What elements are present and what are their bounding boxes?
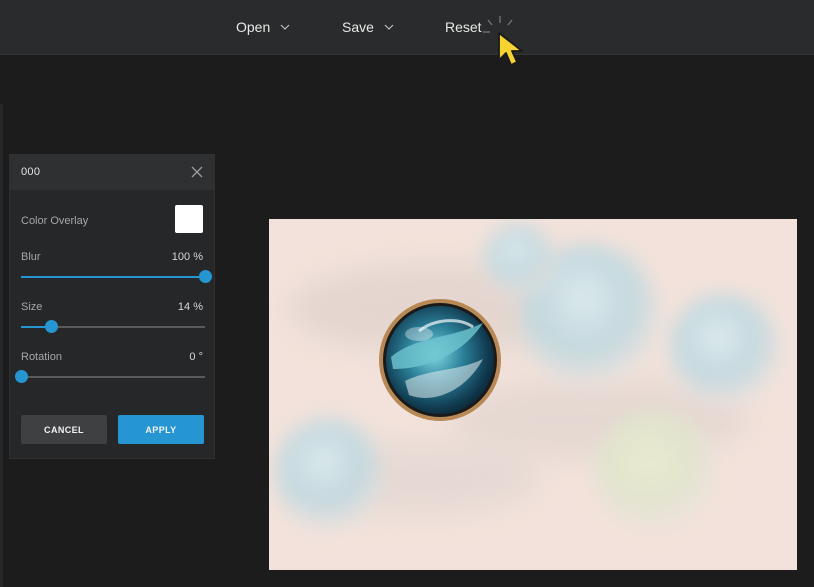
panel-title: 000 (21, 166, 41, 178)
reset-label: Reset (445, 19, 482, 35)
blur-value: 100 % (171, 251, 203, 263)
size-label: Size (21, 301, 43, 313)
save-menu-label: Save (342, 19, 374, 35)
blur-label: Blur (21, 251, 41, 263)
size-value: 14 % (177, 301, 203, 313)
blur-slider[interactable] (21, 270, 212, 284)
marbles-photo (269, 219, 797, 570)
overlay-color-swatch[interactable] (175, 205, 203, 233)
image-canvas[interactable] (269, 219, 797, 570)
top-toolbar: Open Save Reset (0, 0, 814, 55)
color-overlay-panel: 000 Color Overlay Blur 100 % Size 14 % R… (9, 154, 215, 459)
cancel-button[interactable]: CANCEL (21, 415, 107, 444)
color-overlay-label: Color Overlay (21, 215, 89, 227)
reset-button[interactable]: Reset (445, 0, 482, 54)
save-menu-button[interactable]: Save (342, 0, 394, 54)
size-slider[interactable] (21, 320, 205, 334)
slider-fill (21, 276, 205, 278)
focused-marble (379, 299, 501, 421)
chevron-down-icon (280, 24, 290, 30)
open-menu-button[interactable]: Open (236, 0, 290, 54)
slider-thumb[interactable] (45, 320, 59, 333)
rotation-label: Rotation (21, 351, 62, 363)
slider-track (21, 376, 205, 378)
close-icon[interactable] (190, 165, 204, 179)
slider-thumb[interactable] (199, 270, 212, 283)
apply-button[interactable]: APPLY (118, 415, 204, 444)
panel-header: 000 (10, 155, 214, 190)
rotation-value: 0 ° (189, 351, 203, 363)
slider-thumb[interactable] (15, 370, 28, 383)
left-sidebar-edge (0, 104, 3, 587)
rotation-slider[interactable] (15, 370, 205, 384)
chevron-down-icon (384, 24, 394, 30)
open-menu-label: Open (236, 19, 271, 35)
